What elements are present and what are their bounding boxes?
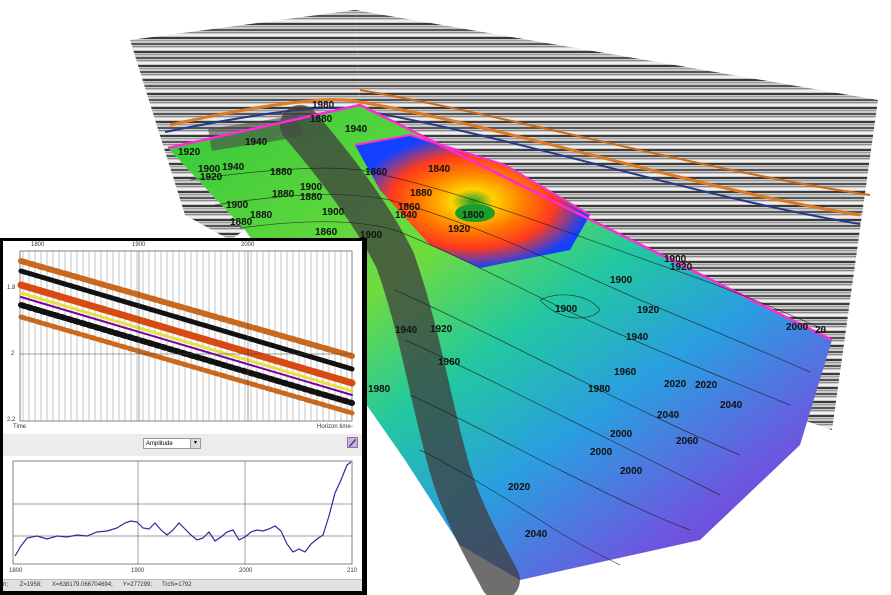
time-axis-label: Time [13,424,27,430]
contour-label: 1920 [200,172,223,183]
contour-label: 1880 [300,192,323,203]
contour-label: 1920 [670,262,693,273]
contour-label: 1940 [345,124,368,135]
wiggle-trace-svg [17,250,356,422]
attribute-toolbar: Amplitude ▾ [3,434,362,456]
contour-label: 1920 [178,147,201,158]
contour-label: 1880 [272,189,295,200]
attribute-select[interactable]: Amplitude ▾ [143,438,201,449]
amplitude-chart-svg [12,460,353,565]
contour-label: 2000 [590,447,613,458]
y-tick-label: 2 [11,351,15,357]
contour-label: 1960 [438,357,461,368]
y-tick-label: 1.8 [7,285,16,291]
contour-label: 2040 [657,410,680,421]
contour-label: 1880 [310,114,333,125]
contour-label: 1940 [626,332,649,343]
contour-label: 1920 [637,305,660,316]
contour-label: 1940 [395,325,418,336]
status-x: X=638179.066704694; [51,582,113,588]
contour-label: 20 [815,325,827,336]
trace-inspector-content: 1800 1900 2000 1.8 2 2.2 Time Horizon ti… [3,241,362,591]
contour-label: 1860 [398,202,421,213]
contour-label: 2040 [525,529,548,540]
contour-label: 1860 [315,227,338,238]
status-bar: n; Z=1958; X=638179.066704694; Y=277299; Tr… [3,579,362,591]
arrow-right-icon: → [348,423,354,429]
contour-label: 1880 [230,217,253,228]
y-tick-label: 2.2 [7,417,16,423]
contour-label: 2060 [676,436,699,447]
contour-label: 2000 [620,466,643,477]
contour-label: 1920 [448,224,471,235]
x-tick-label: 1800 [9,568,23,574]
status-trace: TrcN=1792 [161,582,192,588]
amplitude-line-chart[interactable]: 1800 1900 2000 210 [3,456,362,579]
contour-label: 2020 [508,482,531,493]
contour-label: 1840 [428,164,451,175]
paint-brush-icon[interactable] [347,437,358,448]
contour-label: 1900 [226,200,249,211]
contour-label: 1980 [588,384,611,395]
chevron-down-icon[interactable]: ▾ [190,439,200,448]
wiggle-trace-plot[interactable]: 1800 1900 2000 1.8 2 2.2 Time Horizon ti… [3,241,362,434]
x-tick-label: 2000 [239,568,253,574]
contour-label: 1900 [322,207,345,218]
x-tick-label: 2000 [241,242,255,248]
contour-label: 1980 [312,100,335,111]
status-z: Z=1958; [19,582,42,588]
status-y: Y=277299; [122,582,152,588]
contour-label: 1960 [614,367,637,378]
contour-label: 1880 [270,167,293,178]
x-tick-label: 1900 [132,242,146,248]
x-tick-label: 1800 [31,242,45,248]
contour-label: 1880 [410,188,433,199]
trace-inspector-panel: 1800 1900 2000 1.8 2 2.2 Time Horizon ti… [0,238,367,595]
horizon-time-axis-label: Horizon time [317,424,351,430]
contour-label: 1900 [555,304,578,315]
x-tick-label: 1900 [131,568,145,574]
status-prefix: n; [3,582,10,588]
x-tick-label: 210 [347,568,358,574]
contour-label: 2000 [786,322,809,333]
contour-label: 1940 [222,162,245,173]
contour-label: 2040 [720,400,743,411]
contour-label: 2000 [610,429,633,440]
contour-label: 1920 [430,324,453,335]
contour-label: 1900 [610,275,633,286]
contour-label: 1800 [462,210,485,221]
contour-label: 1880 [250,210,273,221]
contour-label: 1860 [365,167,388,178]
contour-label: 2020 [695,380,718,391]
contour-label: 1980 [368,384,391,395]
attribute-select-value: Amplitude [146,441,173,447]
contour-label: 1940 [245,137,268,148]
contour-label: 2020 [664,379,687,390]
